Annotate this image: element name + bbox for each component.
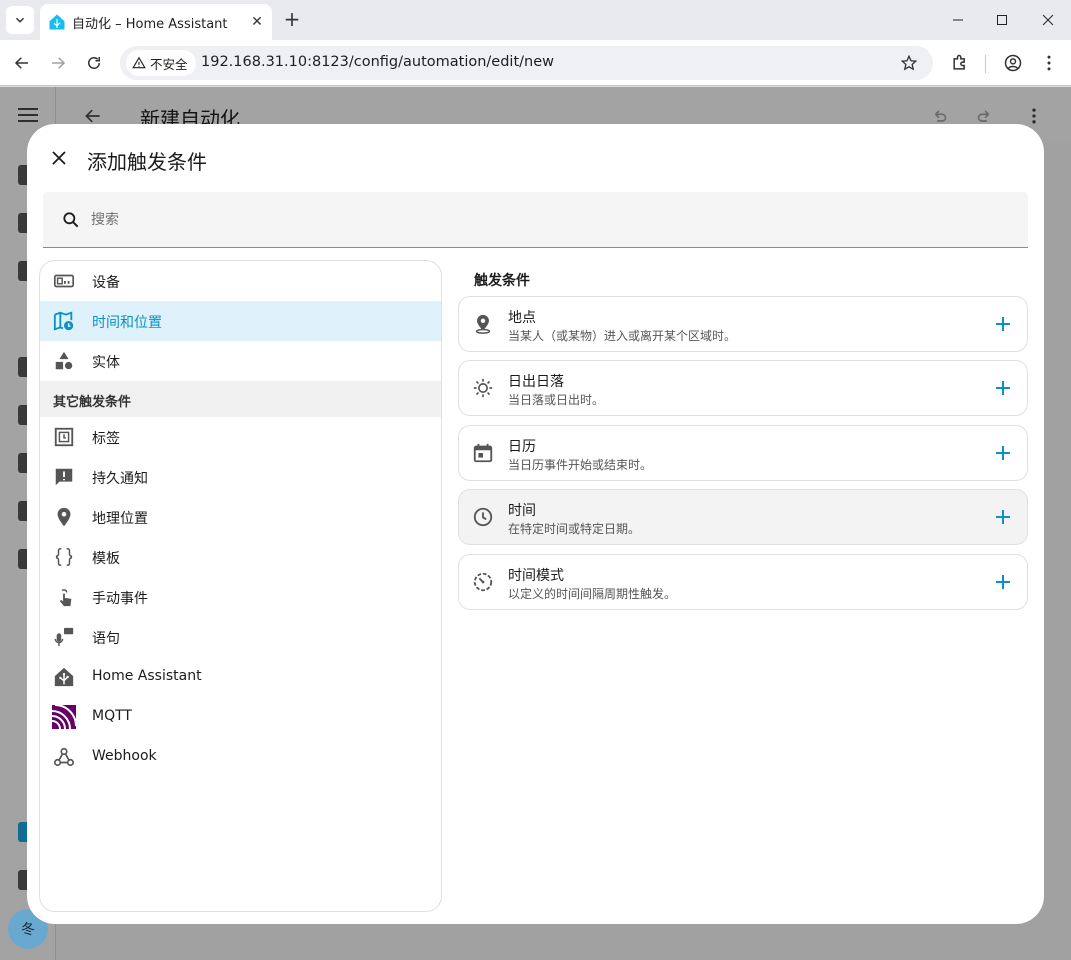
home-assistant-icon (52, 665, 76, 689)
close-tab-icon[interactable]: ✕ (248, 13, 266, 31)
tag-nfc-icon (52, 425, 76, 449)
device-icon (52, 269, 76, 293)
category-label: 持久通知 (92, 471, 148, 487)
category-label: 实体 (92, 355, 120, 371)
add-trigger-dialog: 添加触发条件 设备 时间和位置 实体 其它触发条件 (27, 124, 1044, 924)
menu-icon[interactable] (18, 107, 38, 127)
trigger-title: 时间模式 (508, 568, 564, 584)
category-time-location[interactable]: 时间和位置 (40, 301, 441, 341)
security-label: 不安全 (150, 56, 188, 72)
trigger-title: 日出日落 (508, 374, 564, 390)
add-plus-icon[interactable] (991, 505, 1015, 529)
category-template[interactable]: 模板 (40, 537, 441, 577)
triggers-section-title: 触发条件 (474, 273, 530, 289)
gesture-tap-icon (52, 585, 76, 609)
trigger-title: 地点 (508, 310, 536, 326)
message-alert-icon (52, 465, 76, 489)
category-list: 设备 时间和位置 实体 其它触发条件 标签 持久通知 地理位置 模板 手动事件 … (39, 260, 442, 912)
category-mqtt[interactable]: MQTT (40, 697, 441, 737)
browser-toolbar: 不安全 192.168.31.10:8123/config/automation… (0, 40, 1071, 86)
category-label: 设备 (92, 275, 120, 291)
other-triggers-header: 其它触发条件 (40, 381, 441, 417)
microphone-message-icon (52, 625, 76, 649)
category-label: 手动事件 (92, 591, 148, 607)
category-device[interactable]: 设备 (40, 261, 441, 301)
trigger-card-calendar[interactable]: 日历 当日历事件开始或结束时。 (458, 425, 1028, 481)
browser-tab-strip: 自动化 – Home Assistant ✕ + (0, 0, 1071, 40)
map-clock-icon (52, 309, 76, 333)
map-marker-icon (52, 505, 76, 529)
category-label: Webhook (92, 748, 157, 764)
category-label: 标签 (92, 431, 120, 447)
trigger-card-sun[interactable]: 日出日落 当日落或日出时。 (458, 360, 1028, 416)
search-input[interactable] (91, 208, 991, 232)
category-label: 地理位置 (92, 511, 148, 527)
security-chip[interactable]: 不安全 (126, 50, 196, 76)
maximize-icon[interactable] (988, 6, 1016, 34)
category-entity[interactable]: 实体 (40, 341, 441, 381)
minimize-icon[interactable] (944, 6, 972, 34)
trigger-card-time[interactable]: 时间 在特定时间或特定日期。 (458, 489, 1028, 545)
map-marker-radius-icon (471, 312, 495, 336)
timer-outline-icon (471, 570, 495, 594)
new-tab-icon[interactable]: + (282, 9, 302, 30)
category-geolocation[interactable]: 地理位置 (40, 497, 441, 537)
calendar-icon (471, 441, 495, 465)
trigger-description: 当某人（或某物）进入或离开某个区域时。 (508, 329, 737, 343)
category-label: MQTT (92, 708, 132, 724)
trigger-description: 在特定时间或特定日期。 (508, 522, 641, 536)
trigger-title: 日历 (508, 439, 536, 455)
trigger-title: 时间 (508, 503, 536, 519)
search-field[interactable] (43, 192, 1028, 248)
tab-title: 自动化 – Home Assistant (72, 17, 228, 32)
window-close-icon[interactable] (1034, 6, 1062, 34)
browser-tab[interactable]: 自动化 – Home Assistant ✕ (40, 4, 272, 40)
category-tag[interactable]: 标签 (40, 417, 441, 457)
search-icon (59, 208, 83, 232)
category-label: 时间和位置 (92, 315, 162, 331)
weather-sunny-icon (471, 376, 495, 400)
trigger-card-zone[interactable]: 地点 当某人（或某物）进入或离开某个区域时。 (458, 296, 1028, 352)
category-manual-event[interactable]: 手动事件 (40, 577, 441, 617)
category-label: 模板 (92, 551, 120, 567)
add-plus-icon[interactable] (991, 312, 1015, 336)
extensions-puzzle-icon[interactable] (948, 51, 972, 75)
code-braces-icon (52, 545, 76, 569)
chevron-down-icon (15, 17, 25, 23)
toolbar-divider (985, 55, 986, 73)
tab-search-button[interactable] (6, 6, 34, 34)
overflow-menu-icon[interactable] (1023, 105, 1045, 127)
add-plus-icon[interactable] (991, 441, 1015, 465)
clock-outline-icon (471, 505, 495, 529)
add-plus-icon[interactable] (991, 570, 1015, 594)
trigger-description: 当日落或日出时。 (508, 393, 605, 407)
category-webhook[interactable]: Webhook (40, 737, 441, 777)
back-arrow-icon[interactable] (10, 51, 34, 75)
warning-icon (132, 56, 146, 69)
forward-arrow-icon[interactable] (46, 51, 70, 75)
category-sentence[interactable]: 语句 (40, 617, 441, 657)
trigger-card-time-pattern[interactable]: 时间模式 以定义的时间间隔周期性触发。 (458, 554, 1028, 610)
profile-icon[interactable] (1001, 51, 1025, 75)
shapes-icon (52, 349, 76, 373)
mqtt-icon (52, 705, 76, 729)
add-plus-icon[interactable] (991, 376, 1015, 400)
webhook-icon (52, 745, 76, 769)
category-persistent-notification[interactable]: 持久通知 (40, 457, 441, 497)
bookmark-star-icon[interactable] (898, 52, 920, 74)
trigger-description: 以定义的时间间隔周期性触发。 (508, 587, 677, 601)
group-header-label: 其它触发条件 (53, 395, 132, 410)
category-label: Home Assistant (92, 668, 202, 684)
address-bar[interactable]: 不安全 192.168.31.10:8123/config/automation… (120, 46, 933, 80)
browser-menu-icon[interactable] (1037, 51, 1061, 75)
close-icon[interactable] (47, 146, 71, 170)
url-text[interactable]: 192.168.31.10:8123/config/automation/edi… (201, 54, 554, 70)
reload-icon[interactable] (82, 51, 106, 75)
dialog-title: 添加触发条件 (87, 150, 207, 174)
category-label: 语句 (92, 631, 120, 647)
trigger-description: 当日历事件开始或结束时。 (508, 458, 653, 472)
home-assistant-favicon-icon (49, 14, 65, 30)
category-home-assistant[interactable]: Home Assistant (40, 657, 441, 697)
